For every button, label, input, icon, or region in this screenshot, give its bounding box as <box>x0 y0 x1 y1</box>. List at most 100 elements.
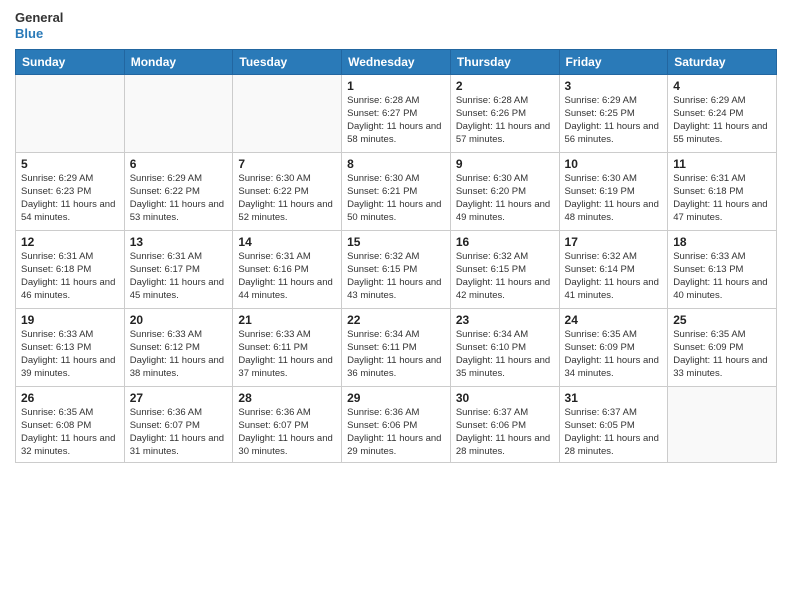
day-info: Sunrise: 6:33 AMSunset: 6:13 PMDaylight:… <box>21 329 119 380</box>
calendar-week-2: 5 Sunrise: 6:29 AMSunset: 6:23 PMDaylight… <box>16 153 777 231</box>
day-number: 23 <box>456 313 554 327</box>
calendar-cell: 18 Sunrise: 6:33 AMSunset: 6:13 PMDayligh… <box>668 231 777 309</box>
weekday-header-saturday: Saturday <box>668 50 777 75</box>
day-info: Sunrise: 6:31 AMSunset: 6:18 PMDaylight:… <box>673 173 771 224</box>
day-info: Sunrise: 6:36 AMSunset: 6:06 PMDaylight:… <box>347 407 445 458</box>
page-header: General Blue General Blue <box>15 10 777 41</box>
calendar-cell: 7Sunrise: 6:30 AMSunset: 6:22 PMDaylight… <box>233 153 342 231</box>
calendar-cell: 24 Sunrise: 6:35 AMSunset: 6:09 PMDayligh… <box>559 309 668 387</box>
day-info: Sunrise: 6:29 AMSunset: 6:22 PMDaylight:… <box>130 173 228 224</box>
calendar-cell: 25 Sunrise: 6:35 AMSunset: 6:09 PMDayligh… <box>668 309 777 387</box>
calendar-week-4: 19 Sunrise: 6:33 AMSunset: 6:13 PMDayligh… <box>16 309 777 387</box>
logo-line1: General <box>15 10 63 26</box>
logo: General Blue General Blue <box>15 10 63 41</box>
calendar-cell: 26 Sunrise: 6:35 AMSunset: 6:08 PMDayligh… <box>16 387 125 463</box>
day-info: Sunrise: 6:36 AMSunset: 6:07 PMDaylight:… <box>130 407 228 458</box>
day-number: 6 <box>130 157 228 171</box>
day-number: 2 <box>456 79 554 93</box>
day-number: 25 <box>673 313 771 327</box>
day-number: 4 <box>673 79 771 93</box>
day-number: 27 <box>130 391 228 405</box>
day-number: 30 <box>456 391 554 405</box>
day-number: 1 <box>347 79 445 93</box>
calendar-cell: 4 Sunrise: 6:29 AMSunset: 6:24 PMDaylight… <box>668 75 777 153</box>
calendar-cell: 5 Sunrise: 6:29 AMSunset: 6:23 PMDaylight… <box>16 153 125 231</box>
day-info: Sunrise: 6:28 AMSunset: 6:27 PMDaylight:… <box>347 95 445 146</box>
calendar-cell: 29 Sunrise: 6:36 AMSunset: 6:06 PMDayligh… <box>342 387 451 463</box>
day-number: 14 <box>238 235 336 249</box>
day-number: 7 <box>238 157 336 171</box>
day-info: Sunrise: 6:31 AMSunset: 6:18 PMDaylight:… <box>21 251 119 302</box>
day-number: 15 <box>347 235 445 249</box>
day-info: Sunrise: 6:32 AMSunset: 6:15 PMDaylight:… <box>347 251 445 302</box>
calendar-cell: 23 Sunrise: 6:34 AMSunset: 6:10 PMDayligh… <box>450 309 559 387</box>
calendar-cell: 14 Sunrise: 6:31 AMSunset: 6:16 PMDayligh… <box>233 231 342 309</box>
calendar-cell: 8Sunrise: 6:30 AMSunset: 6:21 PMDaylight… <box>342 153 451 231</box>
day-number: 9 <box>456 157 554 171</box>
day-number: 8 <box>347 157 445 171</box>
calendar-week-3: 12 Sunrise: 6:31 AMSunset: 6:18 PMDayligh… <box>16 231 777 309</box>
calendar-cell: 21Sunrise: 6:33 AMSunset: 6:11 PMDayligh… <box>233 309 342 387</box>
day-number: 24 <box>565 313 663 327</box>
logo-line2: Blue <box>15 26 63 42</box>
day-number: 20 <box>130 313 228 327</box>
day-number: 16 <box>456 235 554 249</box>
day-info: Sunrise: 6:32 AMSunset: 6:15 PMDaylight:… <box>456 251 554 302</box>
calendar-cell: 11 Sunrise: 6:31 AMSunset: 6:18 PMDayligh… <box>668 153 777 231</box>
day-info: Sunrise: 6:29 AMSunset: 6:23 PMDaylight:… <box>21 173 119 224</box>
calendar-cell: 17 Sunrise: 6:32 AMSunset: 6:14 PMDayligh… <box>559 231 668 309</box>
calendar-cell: 13 Sunrise: 6:31 AMSunset: 6:17 PMDayligh… <box>124 231 233 309</box>
day-info: Sunrise: 6:35 AMSunset: 6:09 PMDaylight:… <box>673 329 771 380</box>
calendar-cell: 31 Sunrise: 6:37 AMSunset: 6:05 PMDayligh… <box>559 387 668 463</box>
day-number: 22 <box>347 313 445 327</box>
calendar-cell: 22 Sunrise: 6:34 AMSunset: 6:11 PMDayligh… <box>342 309 451 387</box>
day-info: Sunrise: 6:37 AMSunset: 6:05 PMDaylight:… <box>565 407 663 458</box>
day-info: Sunrise: 6:35 AMSunset: 6:09 PMDaylight:… <box>565 329 663 380</box>
day-number: 3 <box>565 79 663 93</box>
calendar-week-1: 1 Sunrise: 6:28 AMSunset: 6:27 PMDaylight… <box>16 75 777 153</box>
day-info: Sunrise: 6:30 AMSunset: 6:19 PMDaylight:… <box>565 173 663 224</box>
calendar-week-5: 26 Sunrise: 6:35 AMSunset: 6:08 PMDayligh… <box>16 387 777 463</box>
day-info: Sunrise: 6:31 AMSunset: 6:17 PMDaylight:… <box>130 251 228 302</box>
day-number: 12 <box>21 235 119 249</box>
calendar-cell <box>124 75 233 153</box>
day-info: Sunrise: 6:35 AMSunset: 6:08 PMDaylight:… <box>21 407 119 458</box>
day-info: Sunrise: 6:31 AMSunset: 6:16 PMDaylight:… <box>238 251 336 302</box>
calendar-header-row: SundayMondayTuesdayWednesdayThursdayFrid… <box>16 50 777 75</box>
day-number: 29 <box>347 391 445 405</box>
weekday-header-friday: Friday <box>559 50 668 75</box>
day-number: 21 <box>238 313 336 327</box>
day-info: Sunrise: 6:36 AMSunset: 6:07 PMDaylight:… <box>238 407 336 458</box>
day-info: Sunrise: 6:32 AMSunset: 6:14 PMDaylight:… <box>565 251 663 302</box>
calendar-cell: 9Sunrise: 6:30 AMSunset: 6:20 PMDaylight… <box>450 153 559 231</box>
weekday-header-monday: Monday <box>124 50 233 75</box>
day-number: 17 <box>565 235 663 249</box>
calendar-cell: 20 Sunrise: 6:33 AMSunset: 6:12 PMDayligh… <box>124 309 233 387</box>
weekday-header-wednesday: Wednesday <box>342 50 451 75</box>
calendar-cell: 30 Sunrise: 6:37 AMSunset: 6:06 PMDayligh… <box>450 387 559 463</box>
day-info: Sunrise: 6:37 AMSunset: 6:06 PMDaylight:… <box>456 407 554 458</box>
calendar-cell: 3 Sunrise: 6:29 AMSunset: 6:25 PMDaylight… <box>559 75 668 153</box>
day-info: Sunrise: 6:29 AMSunset: 6:24 PMDaylight:… <box>673 95 771 146</box>
calendar-cell: 1 Sunrise: 6:28 AMSunset: 6:27 PMDaylight… <box>342 75 451 153</box>
calendar-cell: 15 Sunrise: 6:32 AMSunset: 6:15 PMDayligh… <box>342 231 451 309</box>
day-number: 31 <box>565 391 663 405</box>
day-info: Sunrise: 6:29 AMSunset: 6:25 PMDaylight:… <box>565 95 663 146</box>
day-number: 11 <box>673 157 771 171</box>
day-number: 19 <box>21 313 119 327</box>
day-number: 18 <box>673 235 771 249</box>
day-info: Sunrise: 6:33 AMSunset: 6:12 PMDaylight:… <box>130 329 228 380</box>
weekday-header-tuesday: Tuesday <box>233 50 342 75</box>
day-number: 5 <box>21 157 119 171</box>
day-number: 28 <box>238 391 336 405</box>
day-info: Sunrise: 6:33 AMSunset: 6:13 PMDaylight:… <box>673 251 771 302</box>
day-number: 26 <box>21 391 119 405</box>
weekday-header-sunday: Sunday <box>16 50 125 75</box>
day-number: 13 <box>130 235 228 249</box>
calendar-cell: 6 Sunrise: 6:29 AMSunset: 6:22 PMDaylight… <box>124 153 233 231</box>
weekday-header-thursday: Thursday <box>450 50 559 75</box>
day-number: 10 <box>565 157 663 171</box>
day-info: Sunrise: 6:34 AMSunset: 6:10 PMDaylight:… <box>456 329 554 380</box>
calendar-cell <box>16 75 125 153</box>
day-info: Sunrise: 6:34 AMSunset: 6:11 PMDaylight:… <box>347 329 445 380</box>
